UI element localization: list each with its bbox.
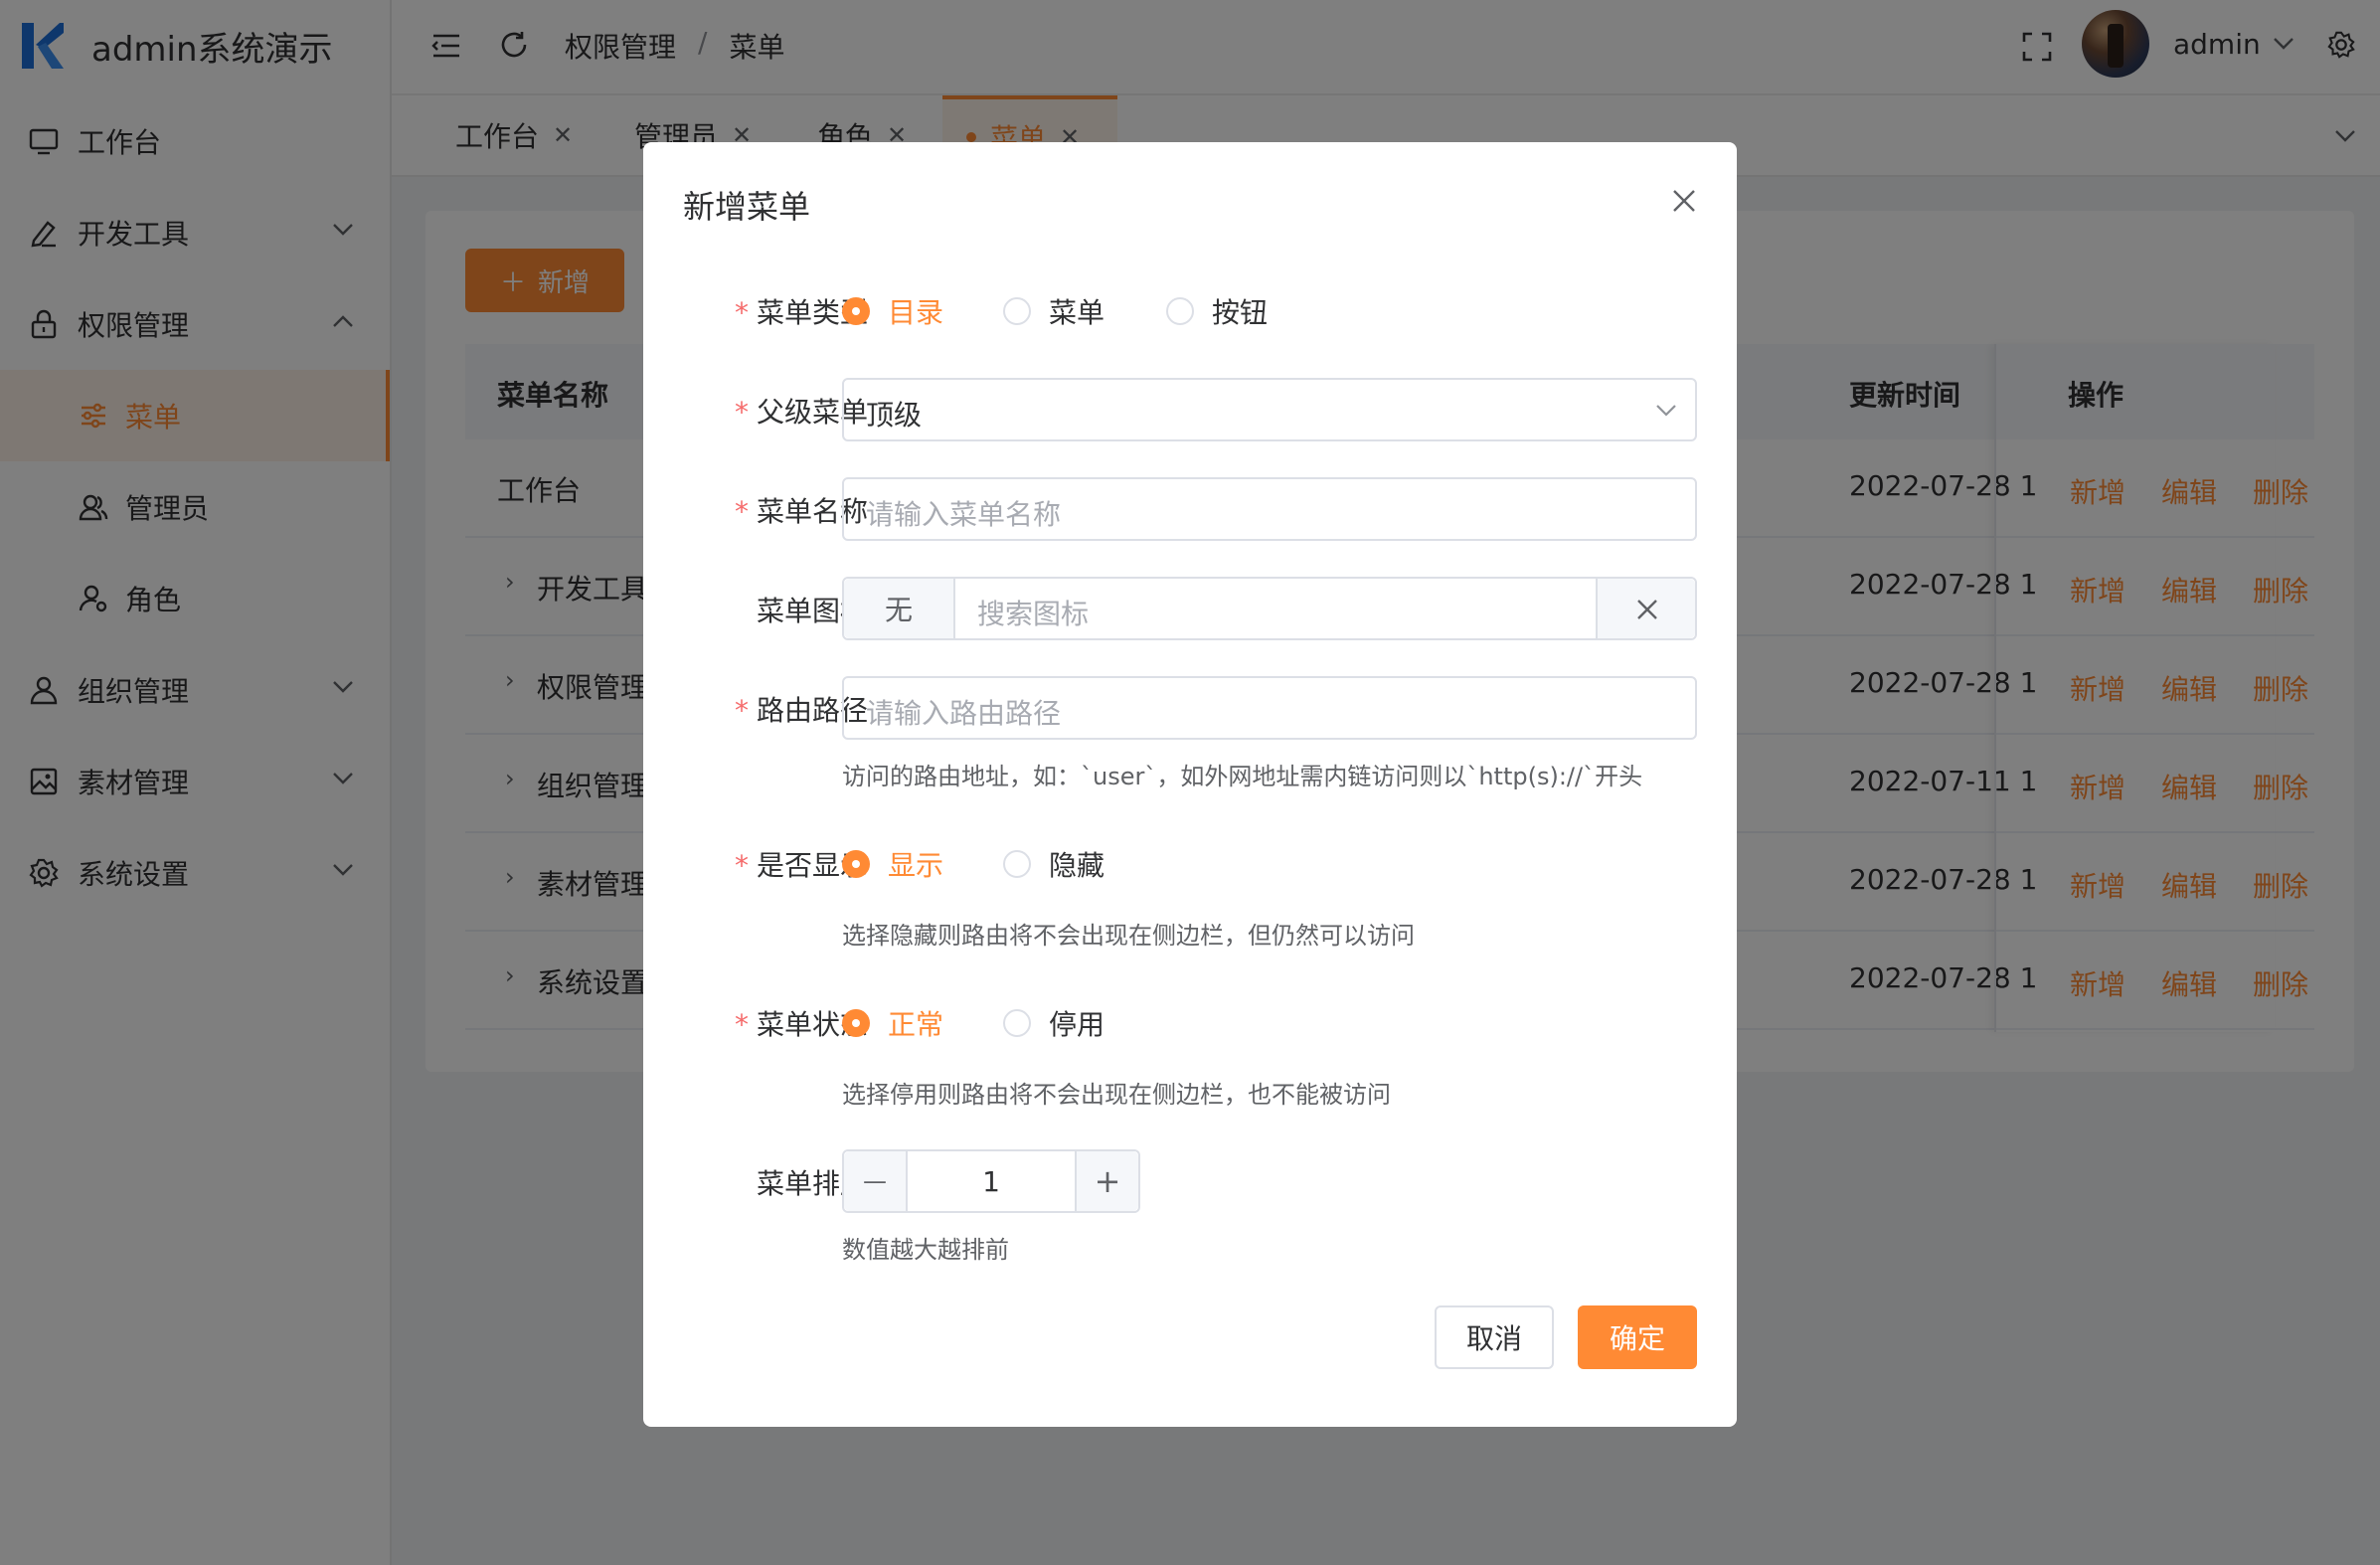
required-mark: * — [734, 1008, 749, 1041]
radio-label: 菜单 — [1049, 296, 1105, 329]
radio-directory[interactable]: 目录 — [842, 291, 943, 331]
select-value: 顶级 — [866, 399, 923, 432]
radio-circle — [1003, 297, 1031, 325]
radio-circle — [842, 297, 870, 325]
required-mark: * — [734, 296, 749, 329]
parent-menu-select[interactable]: 顶级 — [842, 378, 1697, 441]
required-mark: * — [734, 396, 749, 429]
sort-value[interactable]: 1 — [908, 1151, 1075, 1211]
close-icon — [1637, 600, 1657, 619]
chevron-down-icon — [1656, 405, 1676, 417]
radio-show[interactable]: 显示 — [842, 844, 943, 884]
radio-label: 显示 — [888, 849, 944, 882]
menu-type-label: * 菜单类型 — [683, 291, 868, 331]
decrement-button[interactable]: — — [844, 1151, 908, 1211]
increment-button[interactable]: + — [1075, 1151, 1138, 1211]
sort-stepper: — 1 + — [842, 1149, 1140, 1213]
icon-search-group: 无 搜索图标 — [842, 577, 1697, 640]
menu-icon-label: 菜单图标 — [683, 590, 868, 629]
required-mark: * — [734, 495, 749, 528]
route-path-label: * 路由路径 — [683, 689, 868, 729]
route-path-input[interactable]: 请输入路由路径 — [842, 676, 1697, 740]
add-menu-dialog: 新增菜单 * 菜单类型 目录 菜单 按钮 * 父级菜单 顶级 * 菜单名称 请输入菜单… — [643, 142, 1737, 1427]
menu-name-input[interactable]: 请输入菜单名称 — [842, 477, 1697, 541]
radio-circle — [1166, 297, 1194, 325]
visible-label: * 是否显示 — [683, 844, 868, 884]
icon-search-placeholder[interactable]: 搜索图标 — [977, 593, 1089, 632]
status-label: * 菜单状态 — [683, 1003, 868, 1043]
input-placeholder: 请输入路由路径 — [866, 697, 1062, 730]
icon-prefix[interactable]: 无 — [844, 579, 955, 638]
radio-label: 停用 — [1049, 1008, 1105, 1041]
required-mark: * — [734, 849, 749, 882]
cancel-button[interactable]: 取消 — [1435, 1305, 1554, 1369]
dialog-title: 新增菜单 — [683, 188, 811, 226]
radio-circle — [1003, 850, 1031, 878]
radio-normal[interactable]: 正常 — [842, 1003, 943, 1043]
radio-circle — [842, 1009, 870, 1037]
radio-label: 按钮 — [1212, 296, 1269, 329]
input-placeholder: 请输入菜单名称 — [866, 498, 1062, 531]
radio-label: 目录 — [888, 296, 944, 329]
radio-circle — [1003, 1009, 1031, 1037]
radio-hide[interactable]: 隐藏 — [1003, 844, 1105, 884]
status-hint: 选择停用则路由将不会出现在侧边栏，也不能被访问 — [842, 1081, 1391, 1109]
radio-menu[interactable]: 菜单 — [1003, 291, 1105, 331]
close-icon[interactable] — [1671, 188, 1697, 214]
sort-label: 菜单排序 — [683, 1162, 868, 1202]
radio-disabled[interactable]: 停用 — [1003, 1003, 1105, 1043]
menu-name-label: * 菜单名称 — [683, 490, 868, 530]
confirm-button[interactable]: 确定 — [1578, 1305, 1697, 1369]
sort-hint: 数值越大越排前 — [842, 1236, 1009, 1264]
radio-button[interactable]: 按钮 — [1166, 291, 1268, 331]
parent-menu-label: * 父级菜单 — [683, 391, 868, 431]
clear-icon-button[interactable] — [1596, 579, 1695, 638]
radio-circle — [842, 850, 870, 878]
route-path-hint: 访问的路由地址，如：`user`，如外网地址需内链访问则以`http(s)://… — [842, 763, 1643, 790]
radio-label: 正常 — [888, 1008, 944, 1041]
radio-label: 隐藏 — [1049, 849, 1105, 882]
visible-hint: 选择隐藏则路由将不会出现在侧边栏，但仍然可以访问 — [842, 922, 1415, 950]
required-mark: * — [734, 694, 749, 727]
